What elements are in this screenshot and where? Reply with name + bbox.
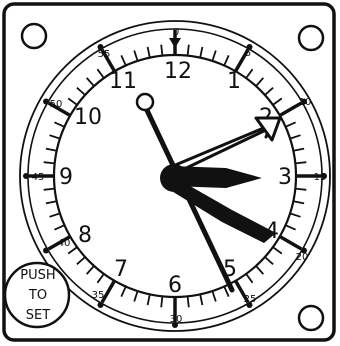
minute-dot <box>43 98 49 105</box>
hour-numeral-12: 12 <box>164 59 192 84</box>
minute-tick <box>160 44 164 56</box>
push-to-set-line-1: PUSH <box>20 268 55 283</box>
push-to-set-line-2: TO <box>28 288 47 303</box>
minute-label-40: 40 <box>58 238 71 249</box>
minute-tick <box>295 161 307 165</box>
hour-numeral-11: 11 <box>109 69 137 94</box>
minute-label-10: 10 <box>299 97 312 108</box>
hour-numeral-3: 3 <box>278 165 292 190</box>
hour-numeral-8: 8 <box>78 223 92 248</box>
clock-panel: 0 5 10 15 20 25 30 35 40 45 50 55 12 1 2… <box>2 2 336 342</box>
minute-tick <box>186 296 190 308</box>
minute-label-20: 20 <box>296 252 309 263</box>
minute-label-50: 50 <box>50 99 63 110</box>
minute-label-25: 25 <box>244 294 257 305</box>
minute-tick <box>43 161 55 165</box>
minute-tick <box>43 187 55 191</box>
hour-numeral-1: 1 <box>227 69 241 94</box>
minute-label-15: 15 <box>314 172 327 183</box>
minute-label-30: 30 <box>170 314 183 325</box>
push-to-set-line-3: SET <box>26 308 50 323</box>
minute-tick <box>295 187 307 191</box>
minute-label-55: 55 <box>98 49 111 60</box>
minute-label-0: 0 <box>173 27 179 38</box>
minute-dot <box>23 173 29 179</box>
minute-dot <box>43 247 49 254</box>
center-hub <box>160 164 188 192</box>
minute-dot <box>97 302 104 308</box>
minute-tick <box>160 296 164 308</box>
minute-label-45: 45 <box>32 172 45 183</box>
minute-label-35: 35 <box>92 290 105 301</box>
minute-label-5: 5 <box>245 48 251 59</box>
hour-numeral-7: 7 <box>114 257 128 282</box>
minute-tick <box>186 44 190 56</box>
hour-numeral-10: 10 <box>74 105 102 130</box>
push-to-set-knob[interactable]: PUSH TO SET <box>3 261 71 329</box>
hour-numeral-6: 6 <box>168 273 182 298</box>
hour-numeral-9: 9 <box>59 165 73 190</box>
